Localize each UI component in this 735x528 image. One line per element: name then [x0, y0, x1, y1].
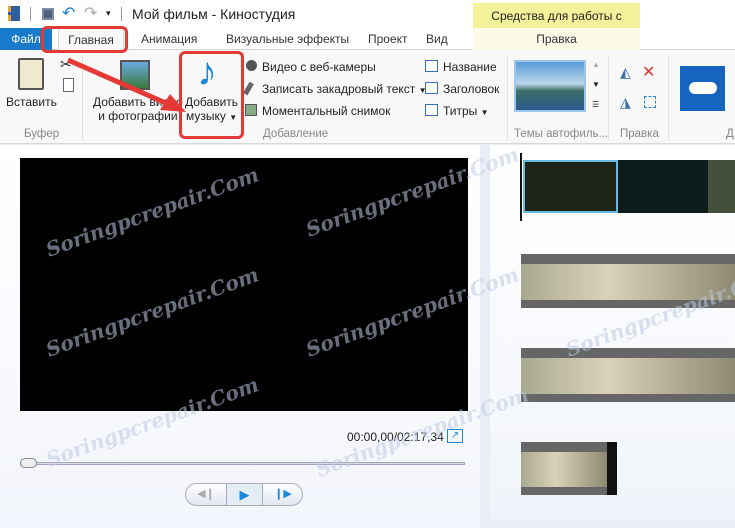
annotation-arrow	[66, 57, 186, 112]
